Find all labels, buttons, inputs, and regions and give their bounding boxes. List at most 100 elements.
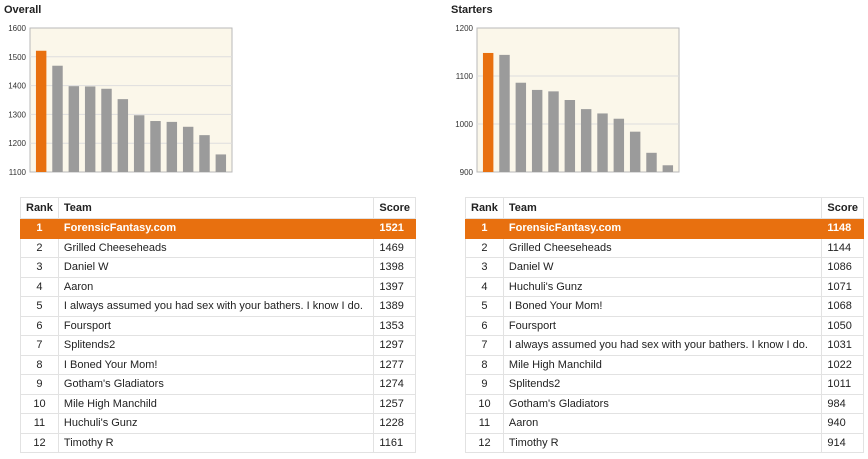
table-row[interactable]: 5I Boned Your Mom! 1068 bbox=[465, 296, 864, 317]
score-cell: 1277 bbox=[373, 354, 416, 375]
score-cell: 1022 bbox=[821, 354, 864, 375]
rank-cell: 10 bbox=[465, 393, 504, 414]
team-cell: I always assumed you had sex with your b… bbox=[57, 296, 375, 317]
table-row[interactable]: 6 Foursport 1050 bbox=[465, 315, 864, 336]
bar bbox=[84, 86, 96, 172]
team-cell: Splitends2 bbox=[57, 335, 375, 356]
bar bbox=[580, 109, 592, 172]
table-row[interactable]: 11 Aaron 940 bbox=[465, 413, 864, 434]
y-tick-label: 1200 bbox=[8, 139, 26, 148]
rank-header[interactable]: Rank bbox=[20, 197, 59, 219]
bar bbox=[662, 165, 674, 172]
score-cell: 914 bbox=[821, 432, 864, 453]
team-cell: I Boned Your Mom! bbox=[57, 354, 375, 375]
rank-cell: 9 bbox=[20, 374, 59, 395]
rank-cell: 8 bbox=[465, 354, 504, 375]
table-row[interactable]: 6 Foursport 1353 bbox=[20, 315, 416, 336]
starters-table: Rank Team Score 1 ForensicFantasy.com 1148… bbox=[465, 197, 864, 453]
rank-header[interactable]: Rank bbox=[465, 197, 504, 219]
score-cell: 1148 bbox=[821, 218, 864, 239]
score-cell: 1071 bbox=[821, 276, 864, 297]
score-header[interactable]: Score bbox=[373, 197, 416, 219]
team-cell: Splitends2 bbox=[502, 374, 823, 395]
bar bbox=[117, 99, 129, 172]
table-row[interactable]: 1 ForensicFantasy.com 1521 bbox=[20, 218, 416, 239]
rank-cell: 5 bbox=[465, 296, 504, 317]
table-row[interactable]: 3 Daniel W 1086 bbox=[465, 257, 864, 278]
rank-cell: 3 bbox=[465, 257, 504, 278]
y-tick-label: 1500 bbox=[8, 53, 26, 62]
score-cell: 1031 bbox=[821, 335, 864, 356]
score-cell: 1144 bbox=[821, 237, 864, 258]
bar bbox=[166, 121, 178, 172]
overall-table: Rank Team Score 1 ForensicFantasy.com 1521… bbox=[20, 197, 416, 453]
table-row[interactable]: 8 Mile High Manchild 1022 bbox=[465, 354, 864, 375]
team-cell: Foursport bbox=[502, 315, 823, 336]
team-header[interactable]: Team bbox=[57, 197, 375, 219]
bar bbox=[482, 52, 494, 172]
rank-cell: 11 bbox=[465, 413, 504, 434]
rank-cell: 10 bbox=[20, 393, 59, 414]
table-row[interactable]: 9 Splitends2 1011 bbox=[465, 374, 864, 395]
table-header-row: Rank Team Score bbox=[20, 197, 416, 219]
bar bbox=[150, 121, 161, 172]
team-cell: ForensicFantasy.com bbox=[502, 218, 823, 239]
rank-cell: 8 bbox=[20, 354, 59, 375]
rank-cell: 1 bbox=[465, 218, 504, 239]
bar bbox=[215, 154, 227, 172]
bar bbox=[52, 65, 63, 172]
table-row[interactable]: 8I Boned Your Mom! 1277 bbox=[20, 354, 416, 375]
table-row[interactable]: 10 Gotham's Gladiators 984 bbox=[465, 393, 864, 414]
table-header-row: Rank Team Score bbox=[465, 197, 864, 219]
bar bbox=[629, 131, 641, 172]
score-cell: 1228 bbox=[373, 413, 416, 434]
table-row[interactable]: 10 Mile High Manchild 1257 bbox=[20, 393, 416, 414]
team-cell: Mile High Manchild bbox=[502, 354, 823, 375]
score-cell: 1086 bbox=[821, 257, 864, 278]
table-row[interactable]: 3 Daniel W 1398 bbox=[20, 257, 416, 278]
team-cell: Huchuli's Gunz bbox=[57, 413, 375, 434]
rank-cell: 12 bbox=[465, 432, 504, 453]
table-row[interactable]: 2 Grilled Cheeseheads 1144 bbox=[465, 237, 864, 258]
table-row[interactable]: 1 ForensicFantasy.com 1148 bbox=[465, 218, 864, 239]
rank-cell: 5 bbox=[20, 296, 59, 317]
rank-cell: 2 bbox=[20, 237, 59, 258]
score-header[interactable]: Score bbox=[821, 197, 864, 219]
rank-cell: 4 bbox=[465, 276, 504, 297]
team-cell: I always assumed you had sex with your b… bbox=[502, 335, 823, 356]
rank-cell: 7 bbox=[20, 335, 59, 356]
bar bbox=[35, 50, 47, 172]
bar bbox=[133, 115, 145, 172]
score-cell: 984 bbox=[821, 393, 864, 414]
score-cell: 1274 bbox=[373, 374, 416, 395]
score-cell: 940 bbox=[821, 413, 864, 434]
table-row[interactable]: 7I always assumed you had sex with your … bbox=[465, 335, 864, 356]
bar bbox=[564, 100, 576, 172]
team-cell: Daniel W bbox=[502, 257, 823, 278]
y-tick-label: 1400 bbox=[8, 82, 26, 91]
rank-cell: 11 bbox=[20, 413, 59, 434]
table-row[interactable]: 11 Huchuli's Gunz 1228 bbox=[20, 413, 416, 434]
table-row[interactable]: 4 Aaron 1397 bbox=[20, 276, 416, 297]
team-cell: I Boned Your Mom! bbox=[502, 296, 823, 317]
team-header[interactable]: Team bbox=[502, 197, 823, 219]
y-tick-label: 1000 bbox=[455, 120, 473, 129]
table-row[interactable]: 4 Huchuli's Gunz 1071 bbox=[465, 276, 864, 297]
table-row[interactable]: 7 Splitends2 1297 bbox=[20, 335, 416, 356]
score-cell: 1521 bbox=[373, 218, 416, 239]
table-row[interactable]: 9 Gotham's Gladiators 1274 bbox=[20, 374, 416, 395]
team-cell: Gotham's Gladiators bbox=[502, 393, 823, 414]
score-cell: 1398 bbox=[373, 257, 416, 278]
table-row[interactable]: 2 Grilled Cheeseheads 1469 bbox=[20, 237, 416, 258]
overall-bar-chart: 1100 1200 1300 1400 1500 1600 bbox=[8, 24, 233, 177]
rank-cell: 6 bbox=[20, 315, 59, 336]
table-row[interactable]: 5I always assumed you had sex with your … bbox=[20, 296, 416, 317]
team-cell: Grilled Cheeseheads bbox=[57, 237, 375, 258]
team-cell: Aaron bbox=[57, 276, 375, 297]
rank-cell: 9 bbox=[465, 374, 504, 395]
bar bbox=[613, 118, 625, 172]
table-row[interactable]: 12 Timothy R 1161 bbox=[20, 432, 416, 453]
table-row[interactable]: 12 Timothy R 914 bbox=[465, 432, 864, 453]
team-cell: Foursport bbox=[57, 315, 375, 336]
bar bbox=[531, 89, 543, 172]
